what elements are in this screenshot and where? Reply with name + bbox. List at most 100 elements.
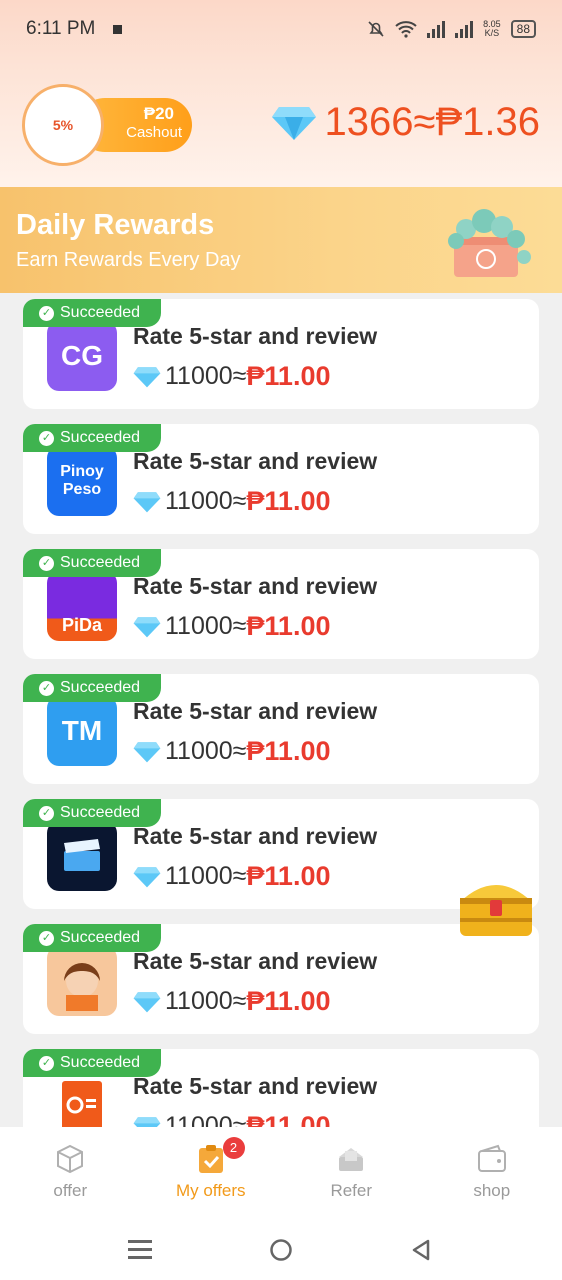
system-nav-bar <box>0 1217 562 1280</box>
app-icon-text: Pinoy Peso <box>60 463 104 498</box>
offer-title: Rate 5-star and review <box>133 573 378 599</box>
diamond-icon <box>133 366 161 387</box>
reward-peso: ₱11.00 <box>246 611 331 641</box>
signal-icon-2 <box>455 20 474 38</box>
status-time: 6:11 PM <box>26 18 96 39</box>
clapperboard-app-icon <box>47 821 117 891</box>
offer-title: Rate 5-star and review <box>133 323 378 349</box>
check-icon: ✓ <box>39 680 54 696</box>
offer-title: Rate 5-star and review <box>133 1073 378 1099</box>
girl-face-icon <box>64 963 100 1011</box>
network-speed: 8.05 K/S <box>483 20 501 38</box>
avatar-girl-app-icon <box>47 946 117 1016</box>
offer-title: Rate 5-star and review <box>133 448 378 474</box>
diamond-icon <box>133 1116 161 1127</box>
status-bar: 6:11 PM 8.05 K/S 88 <box>0 0 562 58</box>
reward-gems: 11000≈ <box>165 487 247 515</box>
reward-gems: 11000≈ <box>165 1112 247 1127</box>
offer-reward: 11000≈ ₱11.00 <box>133 736 330 767</box>
cg-app-icon: CG <box>47 321 117 391</box>
treasure-chest-icon[interactable] <box>452 868 540 942</box>
offer-card[interactable]: ✓ Succeeded TM Rate 5-star and review 110… <box>23 674 539 784</box>
home-icon[interactable] <box>269 1238 293 1262</box>
reward-peso: ₱11.00 <box>246 361 331 391</box>
menu-icon[interactable] <box>128 1239 152 1259</box>
nav-my-offers[interactable]: 2 My offers <box>141 1127 282 1217</box>
offer-reward: 11000≈ ₱11.00 <box>133 611 330 642</box>
slides-app-icon <box>47 1071 117 1127</box>
battery-indicator: 88 <box>510 20 536 38</box>
notification-icon <box>113 24 123 34</box>
offer-list[interactable]: ✓ Succeeded CG Rate 5-star and review 110… <box>0 293 562 1127</box>
offer-card[interactable]: ✓ Succeeded Pinoy Peso Rate 5-star and re… <box>23 424 539 534</box>
nav-refer[interactable]: Refer <box>281 1127 422 1217</box>
nav-label: offer <box>53 1181 88 1200</box>
reward-gems: 11000≈ <box>165 862 247 890</box>
slides-document-icon <box>62 1081 102 1127</box>
offer-reward: 11000≈ ₱11.00 <box>133 986 330 1017</box>
status-badge: ✓ Succeeded <box>23 549 161 577</box>
box-icon <box>57 1144 84 1174</box>
nav-label: My offers <box>175 1181 246 1200</box>
reward-gems: 11000≈ <box>165 612 247 640</box>
offer-reward: 11000≈ ₱11.00 <box>133 1111 330 1127</box>
offer-title: Rate 5-star and review <box>133 948 378 974</box>
cashout-progress[interactable]: ₱20 Cashout 5% <box>22 84 192 166</box>
status-label: Succeeded <box>60 804 141 821</box>
notification-badge: 2 <box>222 1137 245 1159</box>
reward-peso: ₱11.00 <box>246 861 331 891</box>
progress-percent: 5% <box>52 117 74 133</box>
status-label: Succeeded <box>60 429 141 446</box>
status-label: Succeeded <box>60 304 141 321</box>
app-icon-text: CG <box>61 340 103 371</box>
offer-card[interactable]: ✓ Succeeded PiDa Rate 5-star and review 1… <box>23 549 539 659</box>
signal-icon <box>427 20 446 38</box>
reward-gems: 11000≈ <box>165 362 247 390</box>
wallet-icon <box>477 1144 506 1172</box>
reward-peso: ₱11.00 <box>246 986 331 1016</box>
status-badge: ✓ Succeeded <box>23 424 161 452</box>
check-icon: ✓ <box>39 305 54 321</box>
status-label: Succeeded <box>60 679 141 696</box>
status-badge: ✓ Succeeded <box>23 924 161 952</box>
reward-gems: 11000≈ <box>165 987 247 1015</box>
wifi-icon <box>395 21 417 38</box>
status-label: Succeeded <box>60 554 141 571</box>
balance-text: 1366≈₱1.36 <box>324 100 540 144</box>
tm-app-icon: TM <box>47 696 117 766</box>
check-icon: ✓ <box>39 1055 54 1071</box>
clapperboard-icon <box>64 839 100 871</box>
diamond-icon <box>133 491 161 512</box>
diamond-icon <box>133 741 161 762</box>
offer-reward: 11000≈ ₱11.00 <box>133 486 330 517</box>
reward-peso: ₱11.00 <box>246 1111 331 1127</box>
pinoy-peso-app-icon: Pinoy Peso <box>47 446 117 516</box>
back-icon[interactable] <box>410 1238 432 1262</box>
offer-title: Rate 5-star and review <box>133 698 378 724</box>
nav-shop[interactable]: shop <box>422 1127 562 1217</box>
offer-card[interactable]: ✓ Succeeded CG Rate 5-star and review 110… <box>23 299 539 409</box>
clipboard-check-icon <box>198 1145 223 1173</box>
nav-offer[interactable]: offer <box>0 1127 141 1217</box>
diamond-icon <box>271 106 316 140</box>
daily-rewards-banner: Daily Rewards Earn Rewards Every Day <box>0 187 562 293</box>
speed-unit: K/S <box>484 28 500 38</box>
banner-subtitle: Earn Rewards Every Day <box>16 249 241 271</box>
offer-reward: 11000≈ ₱11.00 <box>133 861 330 892</box>
reward-peso: ₱11.00 <box>246 736 331 766</box>
status-badge: ✓ Succeeded <box>23 799 161 827</box>
offer-title: Rate 5-star and review <box>133 823 378 849</box>
check-icon: ✓ <box>39 805 54 821</box>
status-badge: ✓ Succeeded <box>23 674 161 702</box>
mute-bell-icon <box>368 21 384 37</box>
gem-chest-icon <box>448 209 531 277</box>
diamond-icon <box>133 866 161 887</box>
nav-label: Refer <box>330 1181 373 1200</box>
check-icon: ✓ <box>39 555 54 571</box>
reward-gems: 11000≈ <box>165 737 247 765</box>
check-icon: ✓ <box>39 930 54 946</box>
offer-reward: 11000≈ ₱11.00 <box>133 361 330 392</box>
pida-app-icon: PiDa <box>47 571 117 641</box>
offer-card[interactable]: ✓ Succeeded Rate 5-star and review 11000≈… <box>23 1049 539 1127</box>
nav-label: shop <box>473 1181 511 1200</box>
